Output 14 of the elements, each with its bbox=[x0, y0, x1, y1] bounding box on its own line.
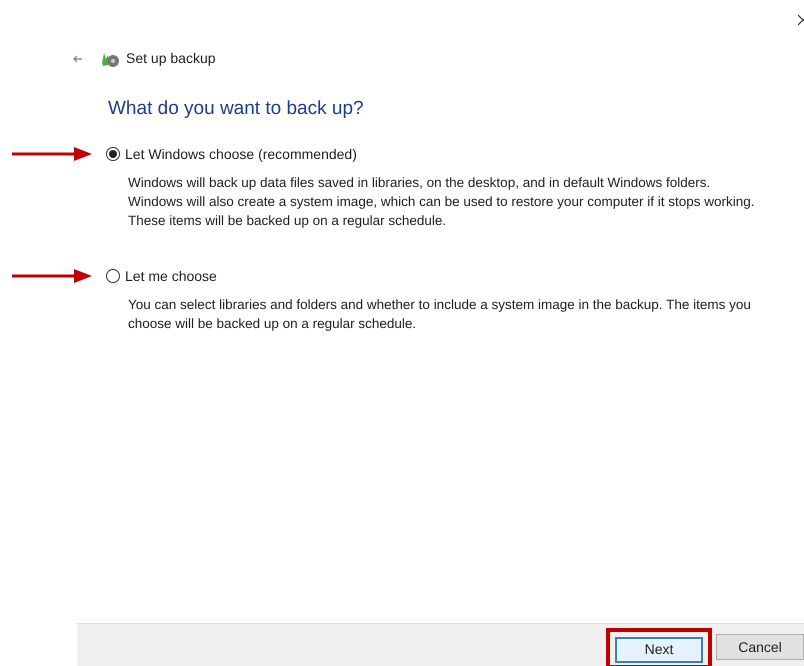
radio-button[interactable] bbox=[106, 269, 120, 283]
dialog-button[interactable]: Cancel bbox=[716, 634, 804, 660]
close-icon[interactable] bbox=[798, 14, 804, 26]
option-description: You can select libraries and folders and whether to include a system image in the backup. The items you choose will be backed up on a regular schedule. bbox=[128, 296, 752, 332]
option-label[interactable]: Let me choose bbox=[125, 266, 217, 286]
window-title: Set up backup bbox=[126, 49, 216, 68]
back-arrow-icon[interactable] bbox=[73, 54, 82, 64]
dialog-button[interactable]: Next bbox=[615, 636, 703, 662]
annotation-arrow-icon bbox=[12, 146, 92, 160]
page-heading: What do you want to back up? bbox=[108, 97, 365, 121]
radio-button[interactable] bbox=[106, 147, 120, 161]
option-description: Windows will back up data files saved in libraries, on the desktop, and in default Windows folders. Windows will also create a system image, which can be used to restore your computer if it stops working. These items will be backed up on a regular schedule. bbox=[128, 174, 756, 230]
option-label[interactable]: Let Windows choose (recommended) bbox=[125, 144, 357, 164]
annotation-arrow-icon bbox=[12, 268, 92, 282]
